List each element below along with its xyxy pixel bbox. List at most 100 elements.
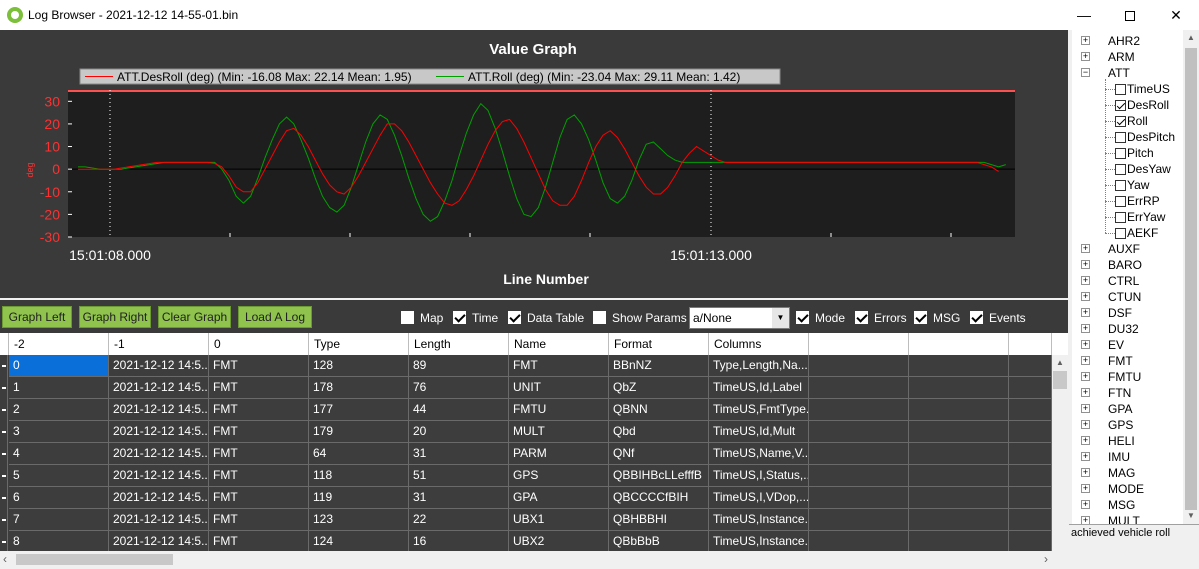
table-cell[interactable]: QBBIHBcLLefffB [609,465,709,487]
column-header[interactable]: Name [509,333,609,355]
table-cell[interactable]: 5 [9,465,109,487]
table-cell[interactable]: QBCCCCfBIH [609,487,709,509]
expand-icon[interactable]: + [1081,340,1090,349]
table-cell[interactable]: Qbd [609,421,709,443]
table-row[interactable]: 0 2021-12-12 14:5... FMT 128 89 FMT BBnNZ Type,… [0,355,1052,377]
table-cell[interactable]: UNIT [509,377,609,399]
tree-vertical-scrollbar[interactable]: ▲ ▼ [1183,30,1199,524]
column-header[interactable]: -2 [9,333,109,355]
table-cell[interactable]: 118 [309,465,409,487]
table-cell[interactable] [1009,509,1052,531]
table-cell[interactable]: FMT [209,355,309,377]
column-header[interactable]: -1 [109,333,209,355]
tree-group-ahr2[interactable]: AHR2 [1108,33,1140,49]
table-cell[interactable]: 51 [409,465,509,487]
tree-group-fmt[interactable]: FMT [1108,353,1133,369]
tree-group-auxf[interactable]: AUXF [1108,241,1140,257]
table-cell[interactable]: FMT [209,377,309,399]
data-table-checkbox[interactable]: Data Table [508,310,584,325]
table-row[interactable]: 7 2021-12-12 14:5... FMT 123 22 UBX1 QBHBBHI Ti… [0,509,1052,531]
field-checkbox[interactable] [1115,164,1126,176]
table-cell[interactable]: 123 [309,509,409,531]
table-cell[interactable]: 31 [409,443,509,465]
expand-icon[interactable]: + [1081,500,1090,509]
tree-field-pitch[interactable]: Pitch [1115,145,1154,161]
column-header[interactable]: Format [609,333,709,355]
mode-checkbox-box[interactable] [796,311,809,325]
expand-icon[interactable]: + [1081,36,1090,45]
expand-icon[interactable]: + [1081,244,1090,253]
table-cell[interactable] [809,399,909,421]
row-header[interactable] [0,509,8,531]
field-checkbox[interactable] [1115,84,1126,96]
expand-icon[interactable]: + [1081,420,1090,429]
table-cell[interactable] [809,377,909,399]
expand-icon[interactable]: + [1081,324,1090,333]
table-cell[interactable]: 89 [409,355,509,377]
table-cell[interactable]: FMT [209,531,309,553]
tree-field-timeus[interactable]: TimeUS [1115,81,1170,97]
show-params-checkbox-box[interactable] [593,311,606,325]
table-cell[interactable] [1009,465,1052,487]
tree-field-errrp[interactable]: ErrRP [1115,193,1160,209]
mode-checkbox[interactable]: Mode [796,310,845,325]
tree-group-baro[interactable]: BARO [1108,257,1142,273]
table-cell[interactable]: 3 [9,421,109,443]
dropdown-arrow-icon[interactable]: ▼ [772,308,789,328]
column-header[interactable]: Columns [709,333,809,355]
table-cell[interactable]: 177 [309,399,409,421]
expand-icon[interactable]: + [1081,52,1090,61]
data-table-checkbox-box[interactable] [508,311,521,325]
table-row[interactable]: 8 2021-12-12 14:5... FMT 124 16 UBX2 QBbBbB Tim… [0,531,1052,553]
table-cell[interactable]: QBNN [609,399,709,421]
tree-group-mag[interactable]: MAG [1108,465,1135,481]
table-row[interactable]: 1 2021-12-12 14:5... FMT 178 76 UNIT QbZ TimeUS… [0,377,1052,399]
close-button[interactable]: ✕ [1153,0,1199,30]
column-header[interactable] [1009,333,1052,355]
column-header[interactable] [809,333,909,355]
table-cell[interactable]: 2021-12-12 14:5... [109,421,209,443]
table-cell[interactable]: 0 [9,355,109,377]
table-row[interactable]: 5 2021-12-12 14:5... FMT 118 51 GPS QBBIHBcLLe… [0,465,1052,487]
row-header[interactable] [0,531,8,553]
table-cell[interactable]: 124 [309,531,409,553]
table-cell[interactable]: FMT [509,355,609,377]
expand-icon[interactable]: + [1081,372,1090,381]
table-cell[interactable]: TimeUS,Instance... [709,509,809,531]
time-checkbox-box[interactable] [453,311,466,325]
expand-icon[interactable]: + [1081,356,1090,365]
field-checkbox[interactable] [1115,196,1126,208]
table-cell[interactable] [809,509,909,531]
table-cell[interactable]: FMT [209,421,309,443]
expand-icon[interactable]: + [1081,516,1090,524]
field-tree[interactable]: + AHR2 + ARM − ATT TimeUS DesRoll Roll DesPitch Pi… [1072,30,1199,524]
table-cell[interactable]: 44 [409,399,509,421]
table-cell[interactable] [1009,421,1052,443]
table-cell[interactable] [909,399,1009,421]
scroll-thumb[interactable] [16,554,173,565]
table-cell[interactable] [809,421,909,443]
mode-select[interactable]: a/None ▼ [689,307,790,329]
events-checkbox[interactable]: Events [970,310,1026,325]
table-cell[interactable]: QNf [609,443,709,465]
table-cell[interactable]: 179 [309,421,409,443]
show-params-checkbox[interactable]: Show Params [593,310,687,325]
field-checkbox[interactable] [1115,228,1126,240]
expand-icon[interactable]: + [1081,436,1090,445]
time-checkbox[interactable]: Time [453,310,498,325]
table-cell[interactable]: TimeUS,Id,Label [709,377,809,399]
collapse-icon[interactable]: − [1081,68,1090,77]
table-cell[interactable]: 64 [309,443,409,465]
row-header[interactable] [0,465,8,487]
table-cell[interactable]: 2021-12-12 14:5... [109,465,209,487]
table-cell[interactable]: BBnNZ [609,355,709,377]
map-checkbox-box[interactable] [401,311,414,325]
msg-checkbox-box[interactable] [914,311,927,325]
tree-group-dsf[interactable]: DSF [1108,305,1132,321]
tree-group-msg[interactable]: MSG [1108,497,1135,513]
tree-group-ftn[interactable]: FTN [1108,385,1131,401]
expand-icon[interactable]: + [1081,404,1090,413]
table-cell[interactable]: 6 [9,487,109,509]
table-cell[interactable] [809,465,909,487]
table-cell[interactable]: MULT [509,421,609,443]
